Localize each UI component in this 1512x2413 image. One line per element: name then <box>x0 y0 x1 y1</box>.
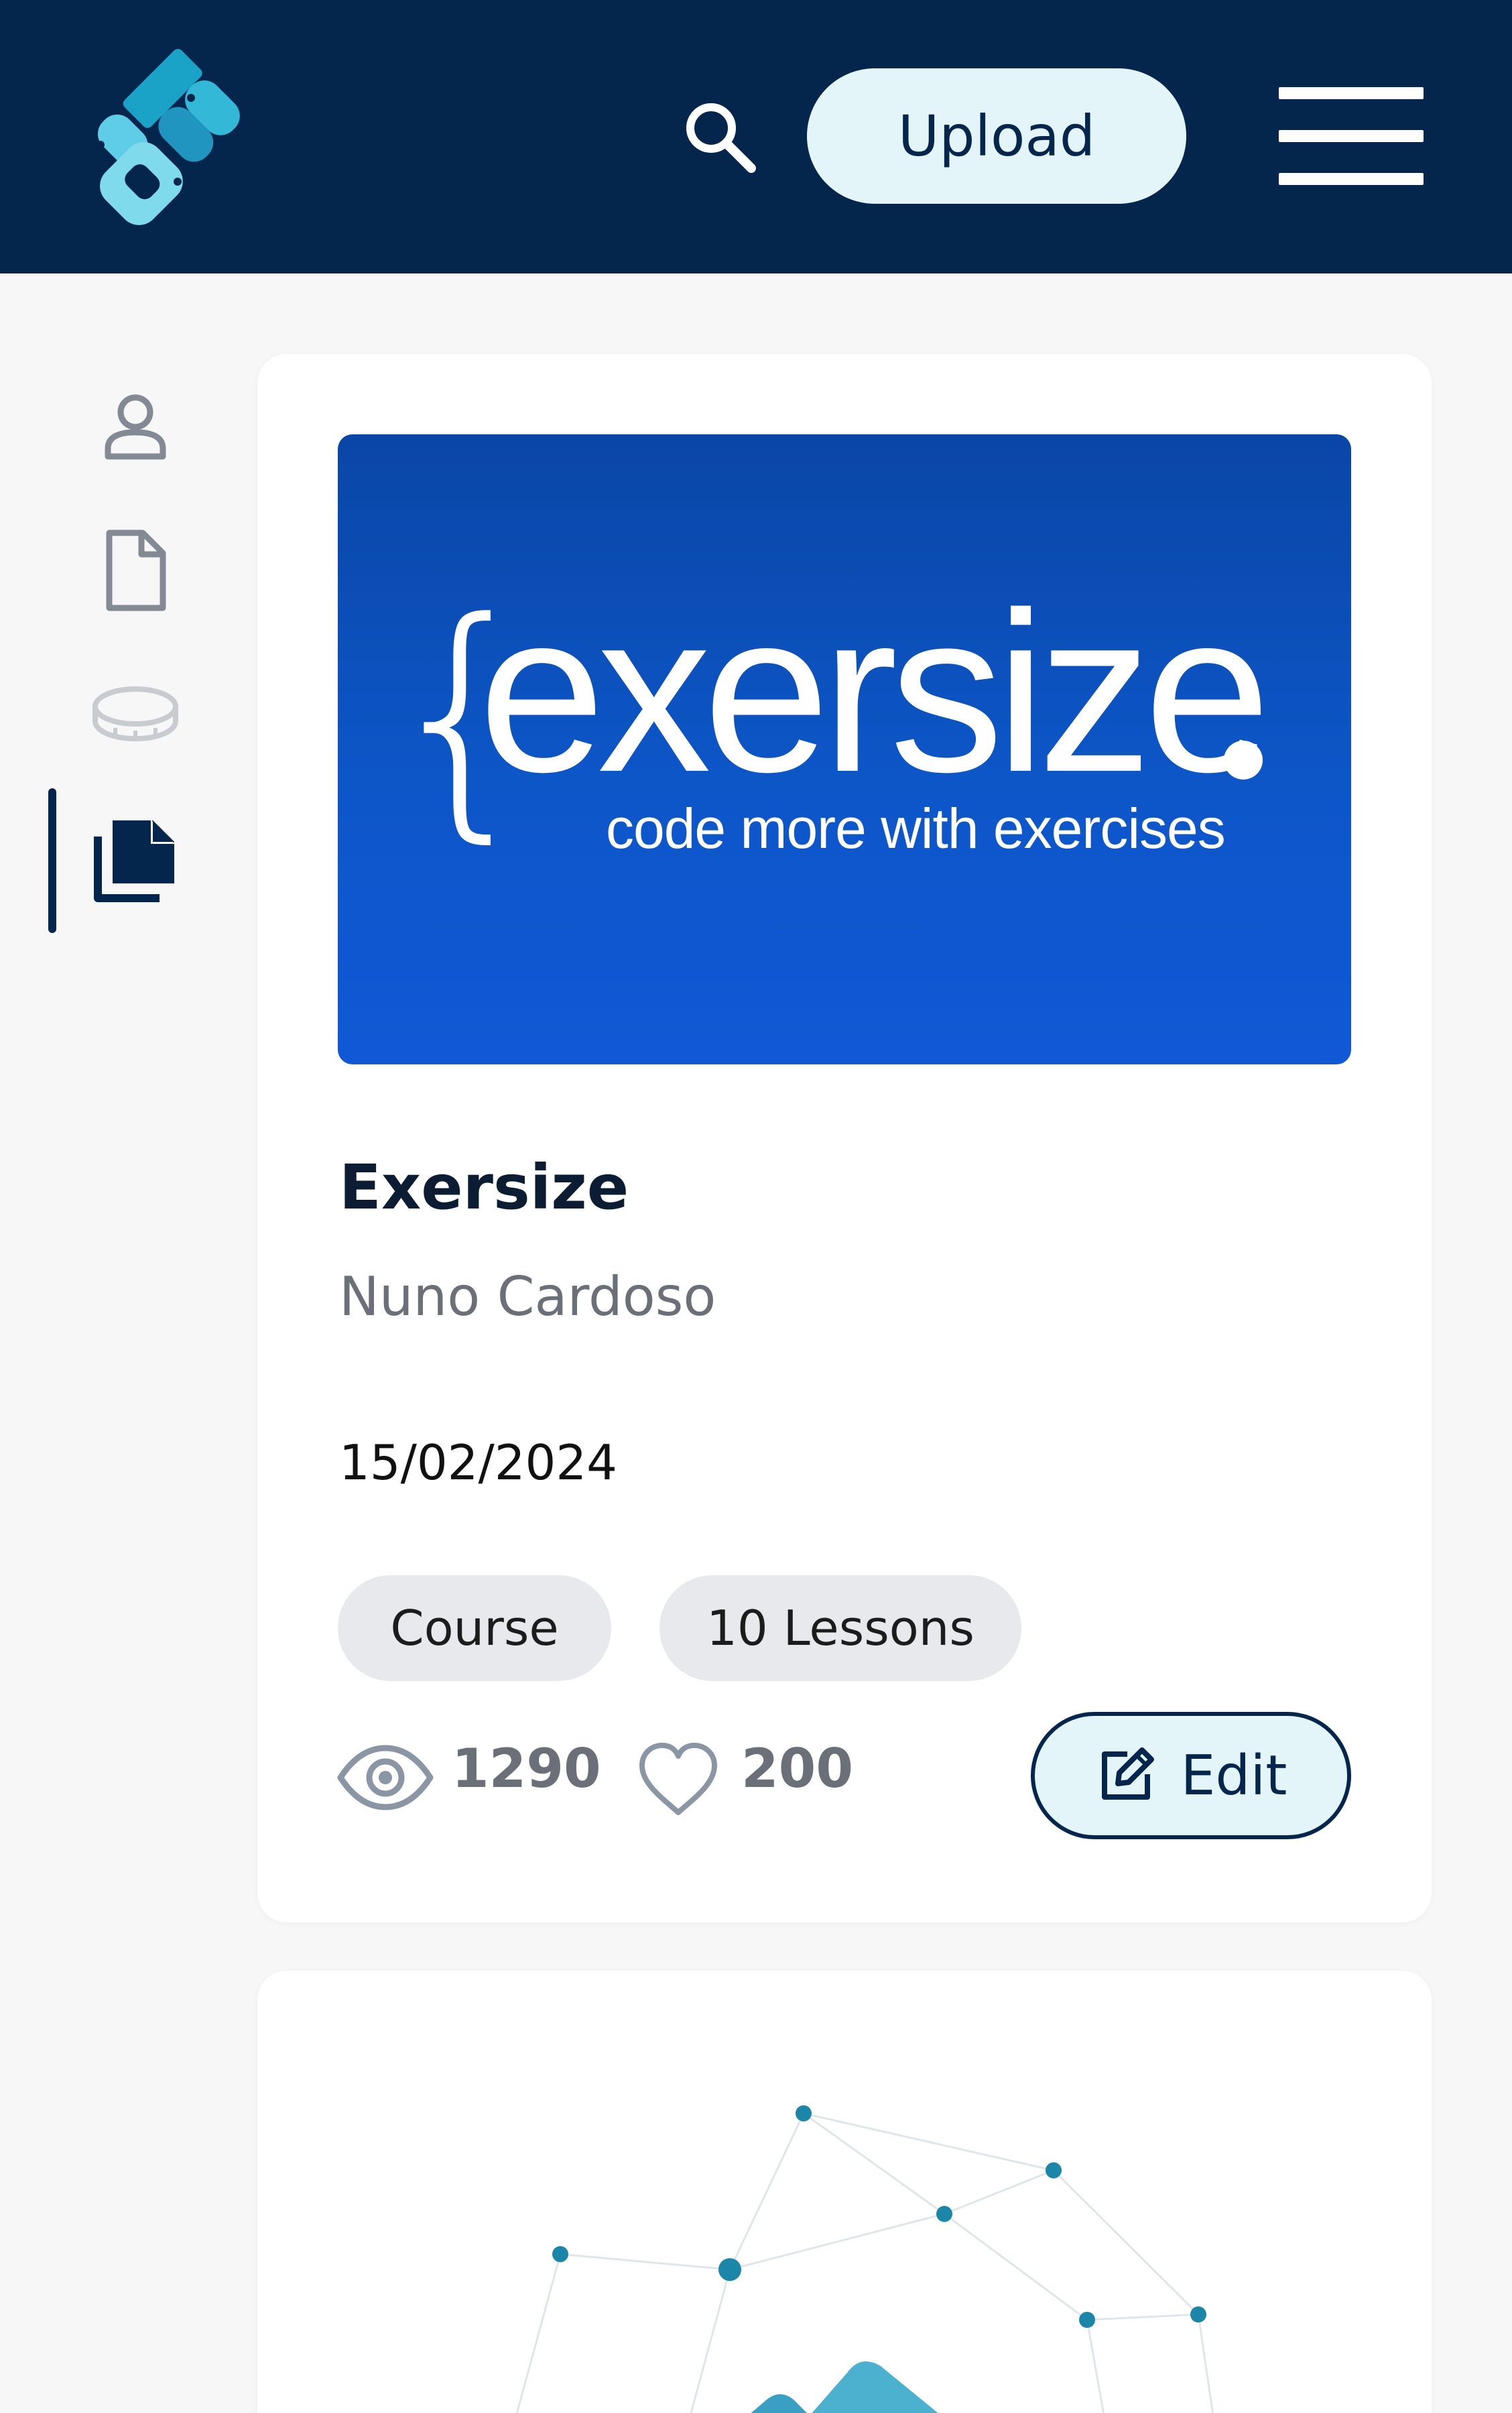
menu-line-icon <box>1279 173 1424 185</box>
card-title[interactable]: Exersize <box>339 1152 629 1223</box>
sidebar-item-profile[interactable] <box>48 359 223 493</box>
search-icon <box>686 103 756 173</box>
upload-button[interactable]: Upload <box>807 68 1186 204</box>
content-card[interactable] <box>257 1971 1432 2413</box>
card-date: 15/02/2024 <box>339 1434 617 1491</box>
document-icon <box>106 530 166 611</box>
type-badge-label: Course <box>390 1600 559 1656</box>
search-button[interactable] <box>677 94 764 181</box>
sidebar-item-documents[interactable] <box>48 504 223 638</box>
card-thumbnail[interactable]: { exersize code more with exercises <box>338 434 1351 1064</box>
heart-icon[interactable] <box>637 1740 720 1818</box>
coin-icon <box>92 686 178 742</box>
sidebar-item-coins[interactable] <box>48 647 223 782</box>
content-card[interactable]: { exersize code more with exercises Exer… <box>257 354 1432 1922</box>
app-logo-icon[interactable] <box>60 44 248 229</box>
upload-button-label: Upload <box>897 103 1096 169</box>
thumbnail-wordmark: exersize <box>479 565 1271 820</box>
thumbnail-dot <box>1224 741 1263 780</box>
menu-line-icon <box>1279 130 1424 142</box>
hamburger-menu-button[interactable] <box>1273 84 1426 188</box>
thumbnail-tagline: code more with exercises <box>606 797 1226 860</box>
sidebar-item-my-content[interactable] <box>48 794 223 928</box>
profile-icon <box>105 394 166 460</box>
top-navigation-bar: Upload <box>0 0 1512 273</box>
lessons-badge: 10 Lessons <box>659 1575 1021 1681</box>
eye-icon <box>337 1745 434 1810</box>
card-author: Nuno Cardoso <box>339 1265 716 1328</box>
edit-button-label: Edit <box>1180 1743 1287 1808</box>
menu-line-icon <box>1279 87 1424 99</box>
lessons-badge-label: 10 Lessons <box>706 1600 974 1656</box>
edit-icon <box>1101 1747 1154 1800</box>
likes-count: 200 <box>741 1737 853 1800</box>
content-library-icon <box>94 820 174 902</box>
type-badge: Course <box>338 1575 611 1681</box>
views-count: 1290 <box>452 1737 601 1800</box>
card-thumbnail-network-graphic <box>338 2051 1351 2413</box>
edit-button[interactable]: Edit <box>1031 1712 1351 1839</box>
